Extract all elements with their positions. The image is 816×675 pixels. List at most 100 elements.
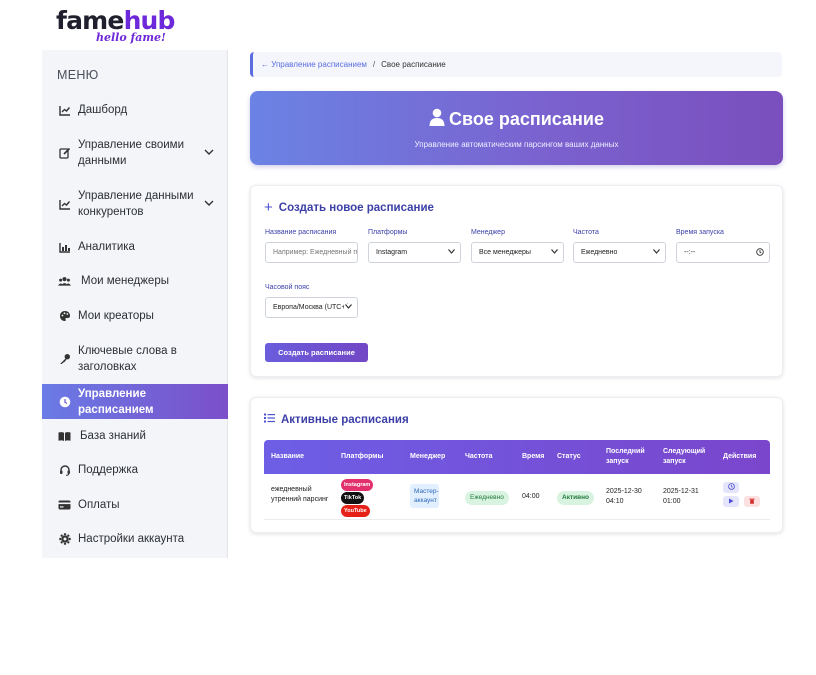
frequency-label: Частота [573, 229, 599, 236]
status-cell: Активно [557, 491, 595, 505]
page-title-row: Свое расписание [250, 108, 783, 131]
chevron-down-icon [551, 249, 558, 256]
manager-value: Все менеджеры [479, 249, 531, 256]
clock-icon[interactable] [756, 247, 764, 258]
manager-select[interactable]: Все менеджеры [471, 242, 564, 263]
frequency-badge: Ежедневно [465, 491, 509, 505]
manager-label: Менеджер [471, 229, 505, 236]
sidebar-item-label: Дашборд [78, 104, 128, 116]
platform-tag-youtube: YouTube [341, 505, 370, 517]
sidebar-item-label: Управление своими данными [78, 139, 185, 167]
frequency-cell: Ежедневно [465, 491, 509, 505]
table-header: Название Платформы Менеджер Частота Врем… [264, 440, 770, 474]
create-schedule-card: + Создать новое расписание Название расп… [250, 185, 783, 377]
menu-title: МЕНЮ [57, 68, 99, 82]
key-icon [58, 353, 71, 366]
play-button[interactable] [723, 496, 739, 507]
timezone-value: Европа/Москва (UTC+( [273, 304, 348, 311]
sidebar-item-own-data[interactable]: Управление своими данными [42, 136, 228, 170]
list-icon [264, 413, 275, 426]
users-icon [58, 275, 71, 288]
frequency-select[interactable]: Ежедневно [573, 242, 666, 263]
sidebar-item-support[interactable]: Поддержка [42, 461, 228, 479]
schedule-name-input[interactable]: Например: Ежедневный п [265, 242, 358, 263]
chart-line-icon [58, 104, 71, 117]
sidebar-item-label: Оплаты [78, 499, 120, 511]
chevron-down-icon[interactable] [204, 196, 214, 212]
user-icon [429, 108, 445, 131]
sidebar: МЕНЮ Дашборд Управление своими данными У… [42, 50, 228, 558]
column-header: Частота [465, 453, 493, 460]
active-schedules-card: Активные расписания Название Платформы М… [250, 397, 783, 533]
sidebar-item-label: Настройки аккаунта [78, 533, 185, 545]
column-header: Действия [723, 453, 757, 460]
sidebar-item-competitors-data[interactable]: Управление данными конкурентов [42, 187, 228, 221]
page-header: Свое расписание Управление автоматически… [250, 91, 783, 165]
platforms-select[interactable]: Instagram [368, 242, 461, 263]
column-header: Менеджер [410, 453, 446, 460]
schedule-name: ежедневный утренний парсинг [271, 486, 329, 503]
chevron-down-icon [344, 304, 352, 311]
sidebar-item-label: Мои креаторы [78, 310, 154, 322]
timezone-label: Часовой пояс [265, 284, 310, 291]
play-icon [728, 498, 734, 506]
sidebar-item-label: Поддержка [78, 464, 138, 476]
platforms-value: Instagram [376, 249, 408, 256]
column-header: Последний запуск [606, 448, 645, 465]
clock-icon [727, 483, 735, 492]
table-row: ежедневный утренний парсинг Instagram Ti… [264, 474, 770, 520]
start-time-value: --:-- [684, 249, 696, 256]
credit-card-icon [58, 499, 71, 512]
platform-tags: Instagram TikTok YouTube [341, 479, 374, 518]
create-schedule-button[interactable]: Создать расписание [265, 343, 368, 362]
create-schedule-title: Создать новое расписание [278, 201, 434, 214]
name-label: Название расписания [265, 229, 337, 236]
headset-icon [58, 464, 71, 477]
sidebar-item-label: Аналитика [78, 241, 135, 253]
sidebar-item-label: Управление расписанием [78, 387, 154, 416]
sidebar-item-keywords[interactable]: Ключевые слова в заголовках [42, 342, 228, 376]
active-schedules-title: Активные расписания [281, 413, 409, 426]
platform-tag-instagram: Instagram [341, 479, 374, 491]
gear-icon [58, 533, 71, 546]
breadcrumb: ← Управление расписанием / Свое расписан… [250, 52, 782, 77]
brand-tagline: hello fame! [96, 31, 166, 44]
active-schedules-title-row: Активные расписания [264, 413, 409, 426]
frequency-value: Ежедневно [581, 249, 618, 256]
chevron-down-icon [448, 249, 455, 256]
last-run-cell: 2025-12-30 04:10 [606, 487, 642, 507]
sidebar-item-schedule[interactable]: Управление расписанием [42, 384, 228, 419]
delete-button[interactable] [744, 496, 760, 507]
sidebar-item-managers[interactable]: Мои менеджеры [42, 272, 228, 290]
sidebar-item-label: База знаний [80, 430, 146, 442]
breadcrumb-back-link[interactable]: ← Управление расписанием [261, 60, 367, 69]
next-run-time: 01:00 [663, 498, 681, 505]
page-subtitle: Управление автоматическим парсингом ваши… [414, 140, 619, 149]
sidebar-item-analytics[interactable]: Аналитика [42, 238, 228, 256]
timezone-select[interactable]: Европа/Москва (UTC+( [265, 297, 358, 318]
schedules-table: Название Платформы Менеджер Частота Врем… [264, 440, 770, 520]
book-icon [58, 430, 71, 443]
bar-chart-icon [58, 241, 71, 254]
platform-tag-tiktok: TikTok [341, 492, 365, 504]
run-now-button[interactable] [723, 482, 739, 493]
sidebar-item-payments[interactable]: Оплаты [42, 496, 228, 514]
start-time-input[interactable]: --:-- [676, 242, 770, 263]
manager-badge: Мастер-аккаунт [410, 484, 439, 508]
chevron-down-icon [653, 249, 660, 256]
trash-icon [749, 498, 755, 506]
chevron-down-icon[interactable] [204, 145, 214, 161]
breadcrumb-separator: / [372, 60, 376, 69]
last-run-date: 2025-12-30 [606, 488, 642, 495]
breadcrumb-current: Свое расписание [381, 60, 446, 69]
sidebar-item-label: Управление данными конкурентов [78, 190, 194, 218]
sidebar-item-account-settings[interactable]: Настройки аккаунта [42, 530, 228, 548]
sidebar-item-knowledge-base[interactable]: База знаний [42, 427, 228, 445]
palette-icon [58, 310, 71, 323]
column-header: Время [522, 453, 545, 460]
brand-logo[interactable]: famehub hello fame! [56, 6, 176, 48]
sidebar-item-dashboard[interactable]: Дашборд [42, 101, 228, 119]
next-run-cell: 2025-12-31 01:00 [663, 487, 699, 507]
chart-line-icon [58, 198, 71, 211]
sidebar-item-creators[interactable]: Мои креаторы [42, 307, 228, 325]
